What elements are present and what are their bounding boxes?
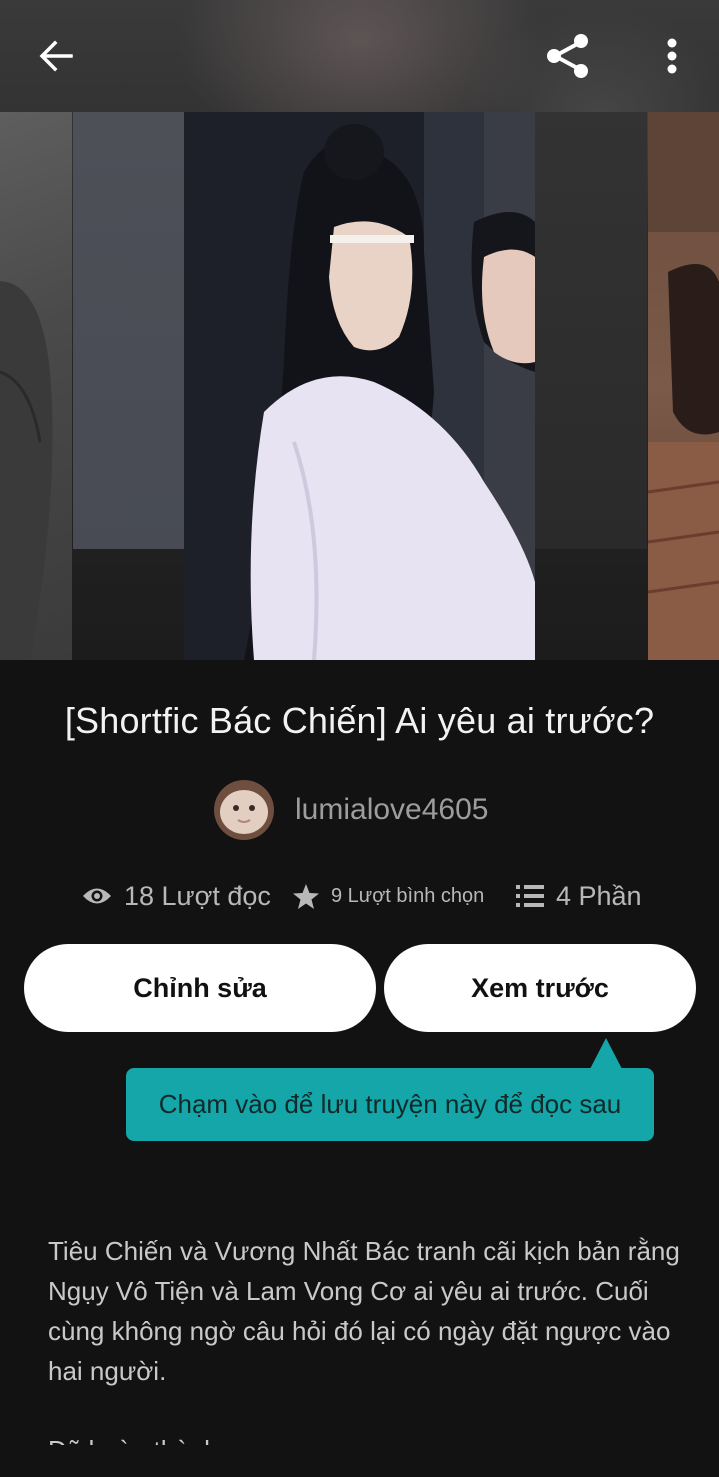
author-name[interactable]: lumialove4605 — [295, 793, 488, 827]
story-cover-image — [184, 112, 535, 660]
star-icon — [293, 883, 319, 909]
parts-stat: 4 Phần — [516, 876, 642, 916]
parts-count[interactable]: 4 Phần — [556, 881, 642, 912]
more-vertical-icon — [667, 38, 677, 74]
author-row[interactable]: lumialove4605 — [214, 780, 488, 840]
list-icon — [516, 885, 544, 907]
share-icon — [547, 34, 588, 78]
avatar[interactable] — [214, 780, 274, 840]
story-title: [Shortfic Bác Chiến] Ai yêu ai trước? — [64, 700, 655, 741]
eye-icon — [83, 888, 111, 904]
completion-status: Đã hoàn thành — [48, 1430, 688, 1445]
top-app-bar — [0, 0, 719, 112]
share-button[interactable] — [536, 26, 600, 86]
story-description: Tiêu Chiến và Vương Nhất Bác tranh cãi k… — [48, 1236, 680, 1386]
preview-button[interactable]: Xem trước — [384, 944, 696, 1032]
cover-thumbnail-next-2[interactable] — [648, 112, 719, 660]
save-for-later-tooltip[interactable]: Chạm vào để lưu truyện này để đọc sau — [126, 1068, 654, 1141]
reads-count: 18 Lượt đọc — [124, 880, 271, 911]
votes-count: 9 Lượt bình chọn — [331, 884, 485, 907]
cover-thumbnail-previous[interactable] — [73, 112, 184, 549]
cover-carousel[interactable] — [0, 112, 719, 662]
tooltip-text: Chạm vào để lưu truyện này để đọc sau — [158, 1089, 622, 1119]
story-stats: 18 Lượt đọc 9 Lượt bình chọn 4 Phần — [0, 876, 719, 916]
reads-stat: 18 Lượt đọc — [82, 876, 271, 916]
cover-thumbnail-next[interactable] — [535, 112, 647, 549]
cover-thumbnail-previous-2[interactable] — [0, 112, 72, 660]
tooltip-arrow — [590, 1038, 622, 1069]
votes-stat: 9 Lượt bình chọn — [292, 876, 484, 916]
story-details-screen: [Shortfic Bác Chiến] Ai yêu ai trước? lu… — [0, 0, 719, 1477]
back-button[interactable] — [24, 28, 88, 84]
arrow-left-icon — [39, 40, 73, 72]
more-options-button[interactable] — [648, 28, 696, 84]
edit-button[interactable]: Chỉnh sửa — [24, 944, 376, 1032]
